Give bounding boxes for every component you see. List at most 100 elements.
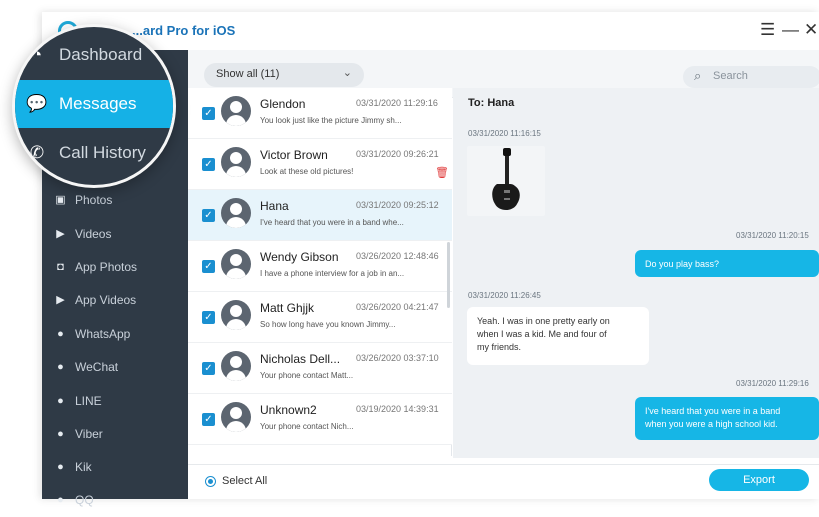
chat-recipient: To: Hana [468,97,515,109]
select-all-checkbox[interactable] [205,476,216,487]
select-all-label[interactable]: Select All [222,475,267,487]
sidebar-item-label: App Photos [75,260,138,274]
sidebar-item-qq[interactable]: ● QQ [42,484,188,517]
camera-icon: ◘ [57,260,64,273]
row-checkbox[interactable]: ✓ [202,158,215,171]
conversation-row[interactable]: ✓ Glendon 03/31/2020 11:29:16 You look j… [188,88,452,139]
message-time: 03/31/2020 11:29:16 [356,98,438,108]
message-preview: I've heard that you were in a band whe..… [260,218,404,227]
viber-icon: ● [57,427,64,440]
conversation-row[interactable]: ✓ Nicholas Dell... 03/26/2020 03:37:10 Y… [188,343,452,394]
chat-bubble-icon: 💬 [26,94,48,113]
avatar [221,147,251,177]
search-input[interactable]: ⌕ Search [683,66,819,88]
photos-icon: ▣ [55,194,66,206]
sidebar-item-messages[interactable]: 💬 Messages [15,80,173,128]
row-checkbox[interactable]: ✓ [202,362,215,375]
row-checkbox[interactable]: ✓ [202,107,215,120]
sidebar-item-wechat[interactable]: ● WeChat [42,351,188,384]
message-time: 03/31/2020 09:25:12 [356,200,439,210]
sidebar-item-label: LINE [75,394,102,408]
conversation-row[interactable]: ✓ Victor Brown 03/31/2020 09:26:21 Look … [188,139,452,190]
filter-dropdown[interactable]: Show all (11) ⌄ [204,63,364,87]
row-checkbox[interactable]: ✓ [202,209,215,222]
sidebar-item-label: Call History [59,143,146,162]
contact-name: Unknown2 [260,403,317,417]
message-time: 03/26/2020 04:21:47 [356,302,439,312]
sidebar-item-viber[interactable]: ● Viber [42,418,188,451]
conversation-row[interactable]: ✓ Matt Ghjjk 03/26/2020 04:21:47 So how … [188,292,452,343]
message-preview: Your phone contact Matt... [260,371,354,380]
conversation-row[interactable]: ✓ Hana 03/31/2020 09:25:12 I've heard th… [188,190,452,241]
message-time: 03/31/2020 09:26:21 [356,149,439,159]
message-timestamp: 03/31/2020 11:20:15 [736,231,809,240]
videos-icon: ▶ [56,228,65,240]
sidebar-item-photos[interactable]: ▣ Photos [42,184,188,217]
list-scrollbar[interactable] [447,242,450,308]
sidebar-item-app-videos[interactable]: ▶ App Videos [42,284,188,317]
sidebar-item-whatsapp[interactable]: ● WhatsApp [42,318,188,351]
close-button[interactable]: ✕ [804,20,818,40]
contact-name: Wendy Gibson [260,250,339,264]
whatsapp-icon: ● [57,327,64,340]
avatar [221,249,251,279]
sidebar-item-label: WhatsApp [75,327,131,341]
message-preview: So how long have you known Jimmy... [260,320,396,329]
sidebar-item-app-photos[interactable]: ◘ App Photos [42,251,188,284]
contact-name: Matt Ghjjk [260,301,315,315]
row-checkbox[interactable]: ✓ [202,413,215,426]
line-icon: ● [57,394,64,407]
conversation-row[interactable]: ✓ Wendy Gibson 03/26/2020 12:48:46 I hav… [188,241,452,292]
contact-name: Hana [260,199,289,213]
sidebar-item-label: Videos [75,227,112,241]
message-line: when I was a kid. Me and four of [477,329,607,339]
sidebar-item-label: WeChat [75,360,119,374]
chevron-down-icon: ⌄ [342,67,352,79]
sidebar-item-label: App Videos [75,293,137,307]
sidebar-item-dashboard[interactable]: ◔ Dashboard [15,31,173,79]
sidebar-item-label: Messages [59,94,137,113]
contact-name: Nicholas Dell... [260,352,341,366]
sidebar-item-label: QQ [75,493,94,507]
guitar-icon [492,148,520,210]
message-timestamp: 03/31/2020 11:26:45 [468,291,541,300]
sidebar-item-label: Photos [75,193,113,207]
sent-message: Do you play bass? [635,250,819,277]
play-icon: ▶ [56,294,65,306]
message-line: I've heard that you were in a band [645,406,781,416]
menu-icon[interactable]: ☰ [760,20,775,40]
row-checkbox[interactable]: ✓ [202,311,215,324]
search-placeholder: Search [713,70,748,82]
message-timestamp: 03/31/2020 11:16:15 [468,129,541,138]
export-button[interactable]: Export [709,469,809,491]
sidebar-item-call-history[interactable]: ✆ Call History [15,129,173,177]
contact-name: Victor Brown [260,148,328,162]
message-preview: Look at these old pictures! [260,167,354,176]
message-line: Yeah. I was in one pretty early on [477,316,610,326]
kik-icon: ● [57,460,64,473]
avatar [221,402,251,432]
sidebar-item-label: Dashboard [59,45,143,64]
conversation-row[interactable]: ✓ Unknown2 03/19/2020 14:39:31 Your phon… [188,394,452,445]
phone-icon: ✆ [29,143,45,162]
minimize-button[interactable]: — [782,20,799,40]
sent-message: I've heard that you were in a band when … [635,397,819,440]
sidebar-item-videos[interactable]: ▶ Videos [42,218,188,251]
search-icon: ⌕ [694,68,702,83]
trash-icon[interactable]: 🗑 [435,166,449,179]
sidebar-item-line[interactable]: ● LINE [42,385,188,418]
magnifier-callout: ◔ Dashboard 💬 Messages ✆ Call History [12,24,176,188]
avatar [221,300,251,330]
message-preview: You look just like the picture Jimmy sh.… [260,116,402,125]
message-time: 03/26/2020 12:48:46 [356,251,439,261]
sidebar-item-kik[interactable]: ● Kik [42,451,188,484]
bottom-bar: Select All Export [188,464,819,499]
dashboard-icon: ◔ [31,45,43,64]
message-line: when you were a high school kid. [645,419,778,429]
sidebar-item-label: Kik [75,460,92,474]
message-timestamp: 03/31/2020 11:29:16 [736,379,809,388]
image-attachment[interactable] [467,146,545,216]
filter-label: Show all (11) [216,68,280,80]
row-checkbox[interactable]: ✓ [202,260,215,273]
avatar [221,198,251,228]
